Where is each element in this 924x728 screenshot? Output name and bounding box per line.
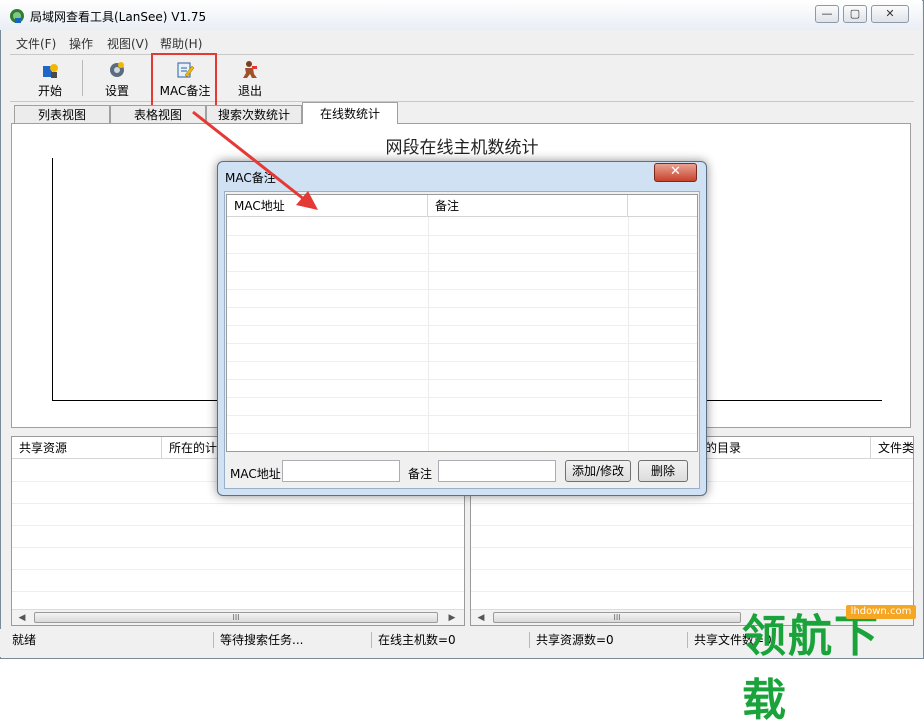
- grid-line: [12, 569, 464, 570]
- menu-view[interactable]: 视图(V): [107, 35, 149, 52]
- scroll-left-icon[interactable]: ◀: [16, 612, 28, 624]
- note-input[interactable]: [438, 460, 556, 482]
- column-header-mac[interactable]: MAC地址: [227, 195, 428, 217]
- grid-line: [227, 433, 697, 434]
- mac-note-list[interactable]: MAC地址 备注: [226, 194, 698, 452]
- highlight-box: [151, 53, 217, 112]
- scroll-left-icon[interactable]: ◀: [475, 612, 487, 624]
- grid-line: [227, 307, 697, 308]
- scroll-thumb[interactable]: III: [34, 612, 438, 623]
- window-title: 局域网查看工具(LanSee) V1.75: [30, 10, 207, 24]
- minimize-button[interactable]: —: [815, 5, 839, 23]
- status-online-hosts: 在线主机数=0: [375, 632, 530, 648]
- dialog-close-button[interactable]: ✕: [654, 163, 697, 182]
- grid-line: [227, 343, 697, 344]
- grid-line: [471, 503, 913, 504]
- exit-label: 退出: [237, 84, 262, 98]
- mac-address-input[interactable]: [282, 460, 400, 482]
- start-button[interactable]: 开始: [30, 56, 70, 100]
- grid-line: [12, 591, 464, 592]
- grid-line: [227, 325, 697, 326]
- toolbar: [10, 54, 914, 102]
- grid-line: [227, 289, 697, 290]
- restore-button[interactable]: ▢: [843, 5, 867, 23]
- grid-line: [227, 397, 697, 398]
- settings-button[interactable]: 设置: [97, 56, 137, 100]
- column-header[interactable]: [628, 195, 697, 217]
- grid-line: [12, 503, 464, 504]
- column-header-note[interactable]: 备注: [428, 195, 628, 217]
- scroll-right-icon[interactable]: ▶: [446, 612, 458, 624]
- settings-label: 设置: [104, 84, 129, 98]
- status-shared-resources: 共享资源数=0: [533, 632, 688, 648]
- column-header[interactable]: 共享资源: [12, 437, 162, 459]
- grid-line: [471, 591, 913, 592]
- grid-line: [471, 525, 913, 526]
- watermark-site: lhdown.com: [846, 605, 916, 619]
- grid-line: [227, 235, 697, 236]
- start-label: 开始: [37, 84, 62, 98]
- grid-line: [471, 569, 913, 570]
- menu-file[interactable]: 文件(F): [16, 35, 56, 52]
- grid-line: [227, 415, 697, 416]
- app-icon: [10, 9, 24, 23]
- grid-line: [12, 525, 464, 526]
- delete-button[interactable]: 删除: [638, 460, 688, 482]
- menu-help[interactable]: 帮助(H): [160, 35, 202, 52]
- mac-field-label: MAC地址: [230, 467, 281, 481]
- start-icon: [43, 64, 58, 78]
- grid-line: [227, 253, 697, 254]
- tab-online-stats[interactable]: 在线数统计: [302, 102, 398, 124]
- status-ready: 就绪: [9, 632, 214, 648]
- add-modify-button[interactable]: 添加/修改: [565, 460, 631, 482]
- toolbar-separator: [82, 60, 83, 96]
- horizontal-scrollbar[interactable]: ◀ III ▶: [12, 609, 464, 625]
- grid-line: [12, 547, 464, 548]
- chart-title: 网段在线主机数统计: [385, 138, 539, 158]
- watermark-logo: 领航下载: [742, 611, 880, 726]
- exit-button[interactable]: 退出: [230, 56, 270, 100]
- scroll-thumb[interactable]: III: [493, 612, 741, 623]
- status-task: 等待搜索任务...: [217, 632, 372, 648]
- close-button[interactable]: ✕: [871, 5, 909, 23]
- tab-table-view[interactable]: 表格视图: [110, 105, 206, 123]
- column-header[interactable]: 文件类: [871, 437, 913, 459]
- note-field-label: 备注: [408, 467, 433, 481]
- chart-y-axis: [52, 158, 53, 400]
- grid-line: [227, 271, 697, 272]
- grid-line: [227, 361, 697, 362]
- exit-icon: [243, 61, 257, 78]
- dialog-title: MAC备注: [225, 171, 276, 185]
- gear-icon: [110, 62, 124, 77]
- menu-operate[interactable]: 操作: [69, 35, 93, 52]
- grid-line: [227, 379, 697, 380]
- grid-line: [471, 547, 913, 548]
- tab-search-stats[interactable]: 搜索次数统计: [206, 105, 302, 123]
- tab-list-view[interactable]: 列表视图: [14, 105, 110, 123]
